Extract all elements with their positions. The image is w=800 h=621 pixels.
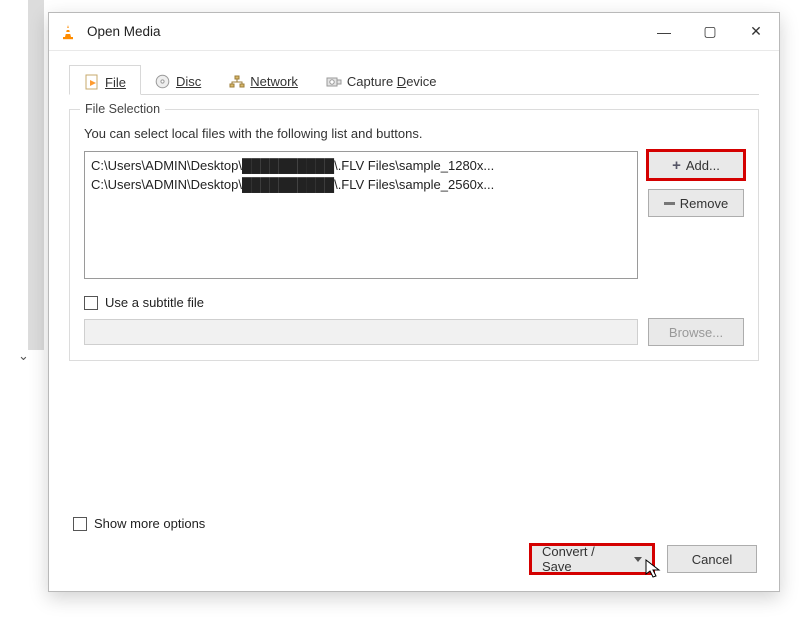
add-button[interactable]: + Add...: [648, 151, 744, 179]
tab-capture-device[interactable]: Capture Device: [312, 65, 451, 94]
tab-label: Network: [250, 74, 298, 89]
tab-bar: File Disc Network Capture Device: [69, 65, 759, 95]
minimize-button[interactable]: —: [641, 14, 687, 50]
tab-label: Capture Device: [347, 74, 437, 89]
cancel-button[interactable]: Cancel: [667, 545, 757, 573]
cancel-label: Cancel: [692, 552, 732, 567]
close-button[interactable]: ✕: [733, 14, 779, 50]
plus-icon: +: [672, 158, 681, 173]
maximize-button[interactable]: ▢: [687, 14, 733, 50]
convert-save-button[interactable]: Convert / Save: [531, 545, 653, 573]
subtitle-path-input: [84, 319, 638, 345]
checkbox-icon[interactable]: [73, 517, 87, 531]
remove-button[interactable]: Remove: [648, 189, 744, 217]
subtitle-checkbox-label: Use a subtitle file: [105, 295, 204, 310]
minus-icon: [664, 202, 675, 205]
convert-save-label: Convert / Save: [542, 544, 623, 574]
browse-label: Browse...: [669, 325, 723, 340]
tab-file[interactable]: File: [69, 65, 141, 95]
network-icon: [229, 74, 245, 90]
parent-scrollbar[interactable]: [28, 0, 44, 350]
chevron-down-icon: ⌄: [18, 348, 29, 364]
open-media-dialog: Open Media — ▢ ✕ File Disc: [48, 12, 780, 592]
file-selection-legend: File Selection: [80, 102, 165, 116]
disc-icon: [155, 74, 171, 90]
file-selection-helper: You can select local files with the foll…: [84, 126, 744, 141]
file-selection-group: File Selection You can select local file…: [69, 109, 759, 361]
file-list[interactable]: C:\Users\ADMIN\Desktop\██████████\.FLV F…: [84, 151, 638, 279]
dropdown-arrow-icon: [634, 557, 642, 562]
vlc-cone-icon: [59, 23, 77, 41]
subtitle-checkbox-row[interactable]: Use a subtitle file: [84, 295, 744, 310]
tab-label: Disc: [176, 74, 201, 89]
footer-buttons: Convert / Save Cancel: [531, 545, 757, 573]
window-title: Open Media: [87, 24, 161, 39]
list-item[interactable]: C:\Users\ADMIN\Desktop\██████████\.FLV F…: [91, 175, 631, 194]
show-more-options-label: Show more options: [94, 516, 205, 531]
list-item[interactable]: C:\Users\ADMIN\Desktop\██████████\.FLV F…: [91, 156, 631, 175]
tab-label: File: [105, 75, 126, 90]
checkbox-icon[interactable]: [84, 296, 98, 310]
tab-network[interactable]: Network: [215, 65, 312, 94]
file-icon: [84, 74, 100, 90]
browse-button: Browse...: [648, 318, 744, 346]
dialog-content: File Disc Network Capture Device: [49, 51, 779, 371]
titlebar: Open Media — ▢ ✕: [49, 13, 779, 51]
show-more-options-row[interactable]: Show more options: [73, 516, 205, 531]
capture-icon: [326, 74, 342, 90]
tab-disc[interactable]: Disc: [141, 65, 215, 94]
remove-label: Remove: [680, 196, 728, 211]
add-label: Add...: [686, 158, 720, 173]
